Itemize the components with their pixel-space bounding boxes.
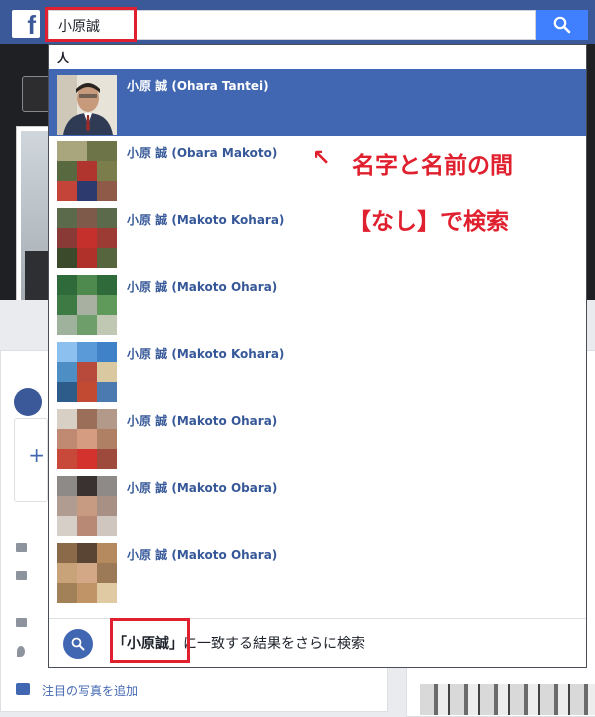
briefcase-icon <box>16 543 27 552</box>
location-icon <box>17 646 25 657</box>
globe-icon <box>14 388 42 416</box>
add-featured-photo-link[interactable]: 注目の写真を追加 <box>42 682 138 699</box>
result-row[interactable]: 小原 誠 (Ohara Tantei) <box>49 69 586 136</box>
avatar <box>57 275 117 335</box>
result-name[interactable]: 小原 誠 (Ohara Tantei) <box>127 77 269 94</box>
footer-suffix: に一致する結果をさらに検索 <box>183 636 365 652</box>
avatar <box>57 75 117 135</box>
search-icon <box>553 16 571 34</box>
search-results-dropdown: 人 小原 誠 (Ohara Tantei) 小原 誠 (Obara Makoto… <box>48 44 587 668</box>
result-name[interactable]: 小原 誠 (Makoto Ohara) <box>127 546 277 563</box>
search-icon <box>63 629 93 659</box>
avatar <box>57 476 117 536</box>
result-name[interactable]: 小原 誠 (Obara Makoto) <box>127 144 277 161</box>
result-row[interactable]: 小原 誠 (Makoto Ohara) <box>49 538 586 605</box>
result-row[interactable]: 小原 誠 (Makoto Ohara) <box>49 270 586 337</box>
result-name[interactable]: 小原 誠 (Makoto Ohara) <box>127 278 277 295</box>
avatar <box>57 141 117 201</box>
annotation-line-1: 名字と名前の間 <box>352 153 513 179</box>
result-row[interactable]: 小原 誠 (Makoto Obara) <box>49 471 586 538</box>
search-button[interactable] <box>536 10 588 40</box>
annotation-line-2: 【なし】で検索 <box>348 209 509 235</box>
result-name[interactable]: 小原 誠 (Makoto Ohara) <box>127 412 277 429</box>
avatar <box>57 342 117 402</box>
briefcase-icon <box>16 571 27 580</box>
result-row[interactable]: 小原 誠 (Makoto Kohara) <box>49 337 586 404</box>
search-highlight <box>45 7 137 42</box>
result-name[interactable]: 小原 誠 (Makoto Kohara) <box>127 345 284 362</box>
result-name[interactable]: 小原 誠 (Makoto Obara) <box>127 479 277 496</box>
add-photo-icon <box>16 683 30 695</box>
footer-query-highlight <box>110 618 190 663</box>
result-name[interactable]: 小原 誠 (Makoto Kohara) <box>127 211 284 228</box>
avatar <box>57 208 117 268</box>
add-bio-button[interactable]: + <box>14 418 48 502</box>
avatar <box>57 409 117 469</box>
home-icon <box>16 618 27 627</box>
facebook-logo[interactable]: f <box>12 10 40 38</box>
result-row[interactable]: 小原 誠 (Makoto Ohara) <box>49 404 586 471</box>
section-header: 人 <box>57 51 70 65</box>
annotation-arrow: ↖ <box>312 146 331 171</box>
avatar <box>57 543 117 603</box>
photos-strip[interactable] <box>420 684 595 715</box>
